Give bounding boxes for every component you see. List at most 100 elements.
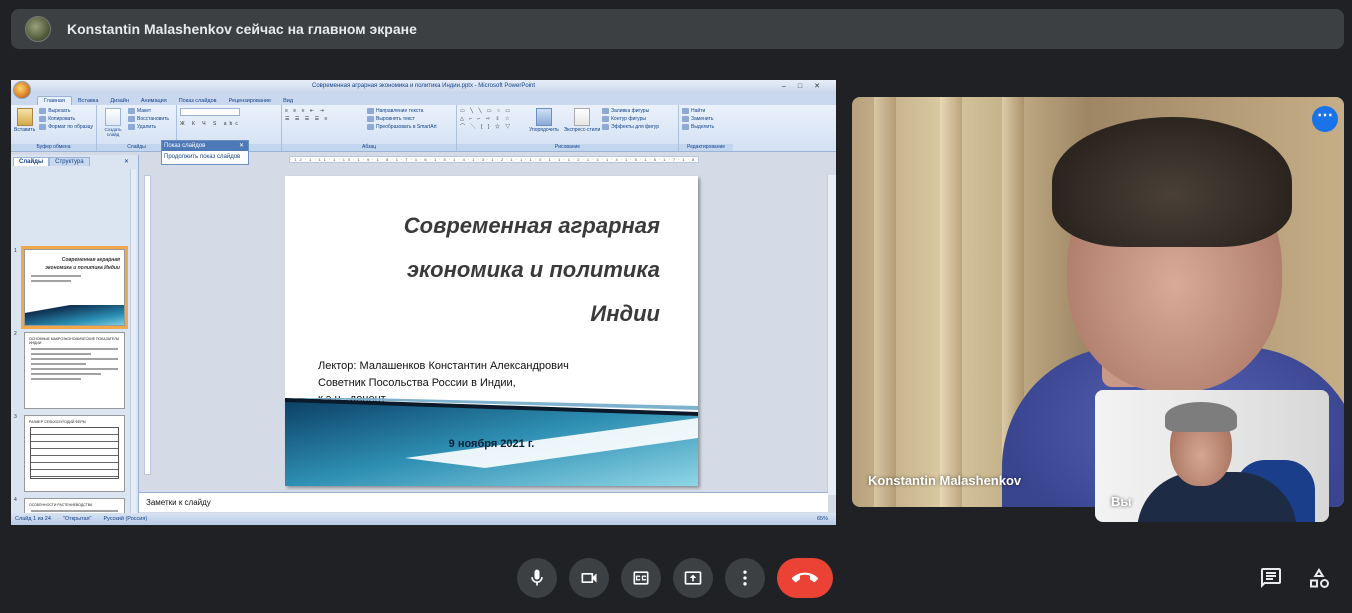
find-label: Найти xyxy=(691,108,706,114)
group-clipboard: Вставить Вырезать Копировать Формат по о… xyxy=(11,105,97,151)
tab-insert[interactable]: Вставка xyxy=(72,97,104,105)
slide-title-line: Современная аграрная xyxy=(403,213,660,238)
new-slide-icon xyxy=(105,108,121,126)
ppt-title-text: Современная аграрная экономика и политик… xyxy=(312,83,535,89)
cut-button[interactable]: Вырезать xyxy=(39,107,93,115)
slideshow-toolbar-title: Показ слайдов xyxy=(164,143,206,149)
group-paragraph-label: Абзац xyxy=(282,144,456,151)
new-slide-button[interactable]: Создать слайд xyxy=(100,107,126,137)
paste-label: Вставить xyxy=(14,127,36,133)
delete-slide-button[interactable]: Удалить xyxy=(128,123,169,131)
slide-scrollbar[interactable] xyxy=(827,175,836,495)
participant-hair xyxy=(1052,117,1292,247)
shared-screen: Современная аграрная экономика и политик… xyxy=(11,80,836,525)
smartart-button[interactable]: Преобразовать в SmartArt xyxy=(367,123,437,131)
reset-button[interactable]: Восстановить xyxy=(128,115,169,123)
more-vert-icon xyxy=(743,570,747,586)
reset-icon xyxy=(128,115,135,122)
thumbnails-scrollbar[interactable] xyxy=(130,169,136,514)
copy-label: Копировать xyxy=(48,116,76,122)
continue-slideshow-item[interactable]: Продолжить показ слайдов xyxy=(162,151,248,164)
find-button[interactable]: Найти xyxy=(682,107,730,115)
status-bar: Слайд 1 из 24 "Открытая" Русский (Россия… xyxy=(11,513,836,525)
tab-home[interactable]: Главная xyxy=(37,96,72,105)
express-styles-icon xyxy=(574,108,590,126)
slide-title-line: экономика и политика xyxy=(406,257,660,282)
leave-call-button[interactable] xyxy=(777,558,833,598)
smartart-label: Преобразовать в SmartArt xyxy=(376,124,437,130)
self-video-tile[interactable]: Вы xyxy=(1095,390,1329,522)
office-button[interactable] xyxy=(13,81,31,99)
tab-slideshow[interactable]: Показ слайдов xyxy=(173,97,223,105)
presentation-banner: Konstantin Malashenkov сейчас на главном… xyxy=(11,9,1344,49)
delete-icon xyxy=(128,123,135,130)
chat-button[interactable] xyxy=(1259,566,1283,590)
slideshow-toolbar: Показ слайдов ✕ Продолжить показ слайдов xyxy=(161,140,249,165)
hang-up-icon xyxy=(792,572,818,583)
text-direction-label: Направление текста xyxy=(376,108,424,114)
align-text-button[interactable]: Выровнять текст xyxy=(367,115,437,123)
text-direction-icon xyxy=(367,107,374,114)
camera-icon xyxy=(581,573,597,583)
shapes-gallery[interactable]: ▭ ╲ ╲ ▭ ○ ▭ △ ⌐ ⌐ ⇨ ⇩ ☆ ⌒ ╲ { } ☆ ▽ xyxy=(460,107,526,133)
reset-label: Восстановить xyxy=(137,116,170,122)
copy-button[interactable]: Копировать xyxy=(39,115,93,123)
present-screen-icon xyxy=(684,571,702,585)
ppt-window-title: Современная аграрная экономика и политик… xyxy=(11,80,836,93)
align-text-icon xyxy=(367,115,374,122)
camera-button[interactable] xyxy=(569,558,609,598)
paste-button[interactable]: Вставить xyxy=(14,107,35,133)
font-format-buttons[interactable]: Ж К Ч S abc xyxy=(180,120,278,128)
slide-thumbnail[interactable]: РАЗМЕР СЕЛЬХОЗУГОДИЙ ФЕРМ xyxy=(24,415,125,492)
shape-effects-button[interactable]: Эффекты для фигур xyxy=(602,123,659,131)
tab-view[interactable]: Вид xyxy=(277,97,299,105)
scissors-icon xyxy=(39,107,47,114)
close-icon[interactable]: ✕ xyxy=(239,141,244,151)
more-actions-button[interactable] xyxy=(725,558,765,598)
layout-icon xyxy=(128,107,135,114)
express-styles-button[interactable]: Экспресс-стили xyxy=(562,107,602,133)
current-slide[interactable]: Современная аграрная экономика и политик… xyxy=(285,176,698,486)
tab-animation[interactable]: Анимация xyxy=(135,97,173,105)
layout-label: Макет xyxy=(137,108,152,114)
tab-slides[interactable]: Слайды xyxy=(13,157,50,166)
arrange-button[interactable]: Упорядочить xyxy=(526,107,562,133)
thumb-table xyxy=(30,427,119,479)
present-screen-button[interactable] xyxy=(673,558,713,598)
thumb-title: ОСНОВНЫЕ МАКРОЭКОНОМИЧЕСКИЕ ПОКАЗАТЕЛИ И… xyxy=(29,337,120,345)
text-direction-button[interactable]: Направление текста xyxy=(367,107,437,115)
replace-button[interactable]: Заменить xyxy=(682,115,730,123)
group-editing: Найти Заменить Выделить Редактирование xyxy=(679,105,733,151)
slide-title-line: Индии xyxy=(590,301,660,326)
tab-design[interactable]: Дизайн xyxy=(104,97,135,105)
slide-thumbnail[interactable]: ОСНОВНЫЕ МАКРОЭКОНОМИЧЕСКИЕ ПОКАЗАТЕЛИ И… xyxy=(24,332,125,409)
shapes-icon xyxy=(1310,568,1329,588)
font-name-select[interactable] xyxy=(180,108,240,116)
thumb-number: 1 xyxy=(14,248,17,254)
slide-thumbnail[interactable]: Современная аграрная экономика и политик… xyxy=(21,246,128,329)
ribbon: Вставить Вырезать Копировать Формат по о… xyxy=(11,105,836,152)
microphone-button[interactable] xyxy=(517,558,557,598)
tab-outline[interactable]: Структура xyxy=(49,157,90,166)
select-button[interactable]: Выделить xyxy=(682,123,730,131)
shape-outline-button[interactable]: Контур фигуры xyxy=(602,115,659,123)
activities-button[interactable] xyxy=(1307,566,1331,590)
cut-label: Вырезать xyxy=(48,108,71,114)
captions-button[interactable] xyxy=(621,558,661,598)
window-controls[interactable]: –□✕ xyxy=(782,80,832,93)
effects-icon xyxy=(602,123,609,130)
shape-fill-button[interactable]: Заливка фигуры xyxy=(602,107,659,115)
slide-notes[interactable]: Заметки к слайду xyxy=(139,492,828,512)
format-painter-label: Формат по образцу xyxy=(48,124,94,130)
format-painter-button[interactable]: Формат по образцу xyxy=(39,123,93,131)
more-options-button[interactable]: ⋯ xyxy=(1312,106,1338,132)
self-name: Вы xyxy=(1111,494,1132,509)
tab-review[interactable]: Рецензирование xyxy=(223,97,277,105)
paragraph-buttons[interactable]: ≡ ≡ ≡ ⇤ ⇥ ☰ ☰ ☰ ☰ ≡ xyxy=(285,107,367,131)
zoom-level[interactable]: 65% xyxy=(817,516,828,522)
outline-icon xyxy=(602,115,609,122)
select-icon xyxy=(682,123,689,130)
language: Русский (Россия) xyxy=(103,516,148,522)
close-icon[interactable]: ✕ xyxy=(119,157,134,166)
layout-button[interactable]: Макет xyxy=(128,107,169,115)
